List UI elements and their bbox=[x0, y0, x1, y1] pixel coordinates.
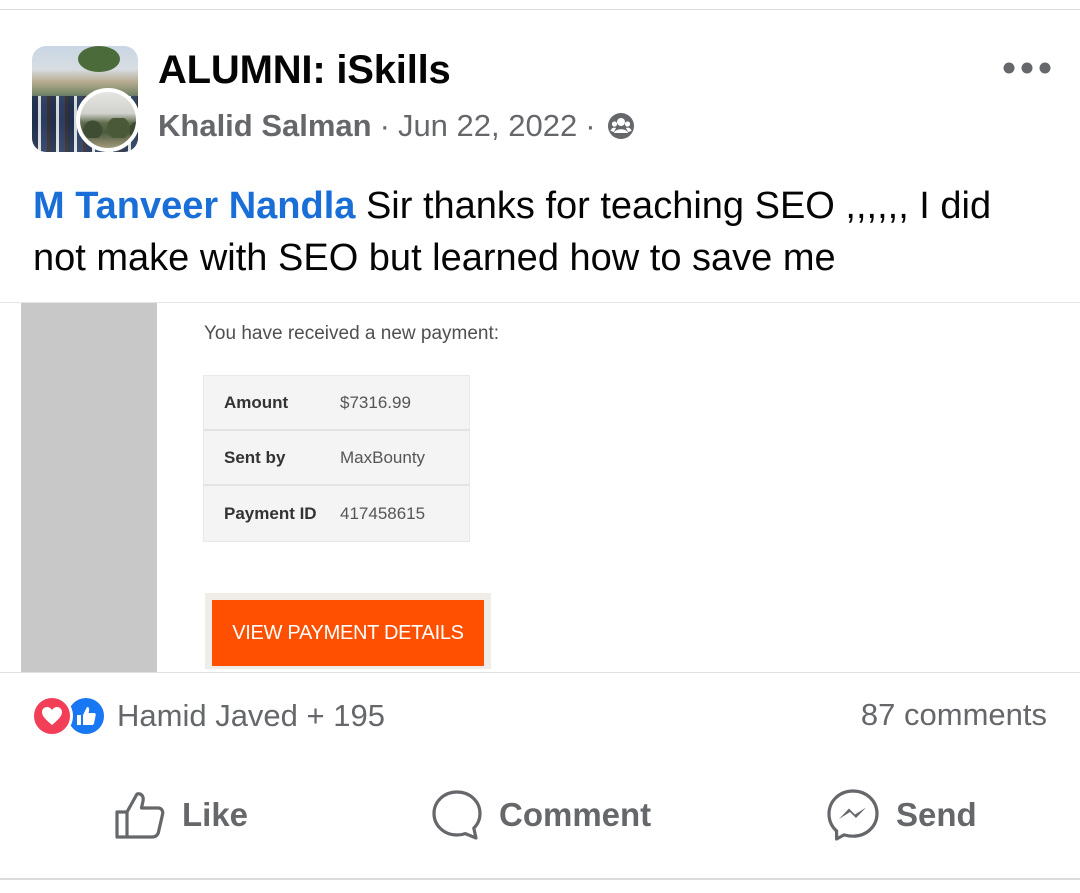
comment-label: Comment bbox=[499, 796, 652, 833]
more-dots-icon[interactable] bbox=[1000, 58, 1054, 78]
payment-row-key: Payment ID bbox=[224, 503, 317, 523]
image-sidebar-strip bbox=[21, 303, 157, 672]
post-avatar-group[interactable] bbox=[32, 46, 140, 152]
payment-table: Amount $7316.99 Sent by MaxBounty Paymen… bbox=[203, 375, 470, 542]
payment-row: Sent by MaxBounty bbox=[204, 431, 469, 486]
comment-button[interactable]: Comment bbox=[431, 786, 651, 844]
messenger-icon bbox=[827, 789, 879, 841]
payment-row-value: $7316.99 bbox=[340, 392, 411, 412]
author-name[interactable]: Khalid Salman bbox=[158, 108, 372, 144]
image-bottom-divider bbox=[0, 672, 1080, 673]
payment-row-value: 417458615 bbox=[340, 503, 426, 523]
post-text: M Tanveer Nandla Sir thanks for teaching… bbox=[33, 180, 1053, 284]
comments-count[interactable]: 87 comments bbox=[861, 697, 1047, 733]
bottom-divider bbox=[0, 878, 1080, 880]
love-reaction-icon bbox=[31, 695, 73, 737]
payment-row-key: Amount bbox=[224, 392, 289, 412]
meta-separator: · bbox=[379, 108, 390, 143]
reactions-summary[interactable]: Hamid Javed + 195 bbox=[31, 694, 385, 738]
post-date[interactable]: Jun 22, 2022 bbox=[398, 108, 577, 144]
group-name[interactable]: ALUMNI: iSkills bbox=[158, 48, 451, 93]
view-payment-details-button-frame: VIEW PAYMENT DETAILS bbox=[205, 593, 491, 669]
like-label: Like bbox=[182, 796, 249, 833]
view-payment-details-button: VIEW PAYMENT DETAILS bbox=[212, 600, 484, 666]
author-avatar[interactable] bbox=[76, 88, 140, 152]
send-button[interactable]: Send bbox=[826, 786, 977, 844]
payment-heading: You have received a new payment: bbox=[204, 323, 500, 344]
payment-row: Amount $7316.99 bbox=[204, 376, 469, 431]
like-icon bbox=[115, 792, 165, 839]
group-members-icon bbox=[607, 113, 634, 139]
like-button[interactable]: Like bbox=[114, 786, 248, 844]
reactors-text[interactable]: Hamid Javed + 195 bbox=[117, 698, 385, 734]
post-image[interactable]: You have received a new payment: Amount … bbox=[0, 302, 1080, 672]
send-label: Send bbox=[896, 796, 977, 833]
mention-link[interactable]: M Tanveer Nandla bbox=[33, 185, 355, 227]
payment-row: Payment ID 417458615 bbox=[204, 486, 469, 541]
post-meta: Khalid Salman · Jun 22, 2022 · bbox=[158, 106, 636, 146]
comment-icon bbox=[432, 790, 482, 840]
meta-separator: · bbox=[585, 108, 596, 143]
top-divider bbox=[0, 9, 1080, 10]
payment-row-value: MaxBounty bbox=[340, 447, 426, 467]
payment-row-key: Sent by bbox=[224, 447, 286, 467]
